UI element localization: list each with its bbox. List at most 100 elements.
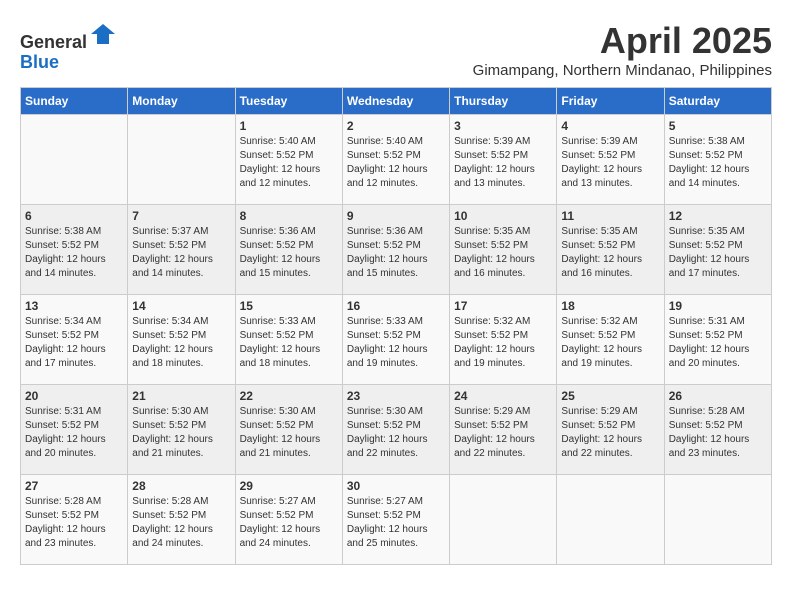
day-number: 19 — [669, 299, 767, 313]
day-info: Sunrise: 5:40 AM Sunset: 5:52 PM Dayligh… — [347, 135, 445, 191]
day-number: 7 — [132, 209, 230, 223]
calendar-cell: 26 Sunrise: 5:28 AM Sunset: 5:52 PM Dayli… — [664, 385, 771, 475]
calendar-cell: 28 Sunrise: 5:28 AM Sunset: 5:52 PM Dayli… — [128, 475, 235, 565]
day-number: 12 — [669, 209, 767, 223]
day-info: Sunrise: 5:28 AM Sunset: 5:52 PM Dayligh… — [25, 495, 123, 551]
title-block: April 2025 Gimampang, Northern Mindanao,… — [473, 20, 772, 79]
day-number: 4 — [561, 119, 659, 133]
calendar-week-row: 1 Sunrise: 5:40 AM Sunset: 5:52 PM Daylig… — [21, 115, 772, 205]
day-number: 3 — [454, 119, 552, 133]
location-title: Gimampang, Northern Mindanao, Philippine… — [473, 62, 772, 79]
calendar-cell: 6 Sunrise: 5:38 AM Sunset: 5:52 PM Daylig… — [21, 205, 128, 295]
calendar-cell: 15Sunrise: 5:33 AM Sunset: 5:52 PM Dayli… — [235, 295, 342, 385]
day-info: Sunrise: 5:29 AM Sunset: 5:52 PM Dayligh… — [561, 405, 659, 461]
day-info: Sunrise: 5:27 AM Sunset: 5:52 PM Dayligh… — [240, 495, 338, 551]
day-number: 24 — [454, 389, 552, 403]
day-info: Sunrise: 5:30 AM Sunset: 5:52 PM Dayligh… — [240, 405, 338, 461]
calendar-cell: 2 Sunrise: 5:40 AM Sunset: 5:52 PM Daylig… — [342, 115, 449, 205]
calendar-cell: 1 Sunrise: 5:40 AM Sunset: 5:52 PM Daylig… — [235, 115, 342, 205]
weekday-header-wednesday: Wednesday — [342, 88, 449, 115]
day-number: 27 — [25, 479, 123, 493]
day-number: 21 — [132, 389, 230, 403]
day-info: Sunrise: 5:32 AM Sunset: 5:52 PM Dayligh… — [454, 315, 552, 371]
calendar-cell: 25 Sunrise: 5:29 AM Sunset: 5:52 PM Dayli… — [557, 385, 664, 475]
day-info: Sunrise: 5:36 AM Sunset: 5:52 PM Dayligh… — [347, 225, 445, 281]
day-number: 18 — [561, 299, 659, 313]
calendar-week-row: 6 Sunrise: 5:38 AM Sunset: 5:52 PM Daylig… — [21, 205, 772, 295]
day-info: Sunrise: 5:28 AM Sunset: 5:52 PM Dayligh… — [669, 405, 767, 461]
logo-blue: Blue — [20, 52, 59, 72]
calendar-cell: 11Sunrise: 5:35 AM Sunset: 5:52 PM Dayli… — [557, 205, 664, 295]
calendar-cell: 7Sunrise: 5:37 AM Sunset: 5:52 PM Daylig… — [128, 205, 235, 295]
day-info: Sunrise: 5:38 AM Sunset: 5:52 PM Dayligh… — [669, 135, 767, 191]
day-info: Sunrise: 5:33 AM Sunset: 5:52 PM Dayligh… — [240, 315, 338, 371]
weekday-header-saturday: Saturday — [664, 88, 771, 115]
day-info: Sunrise: 5:39 AM Sunset: 5:52 PM Dayligh… — [454, 135, 552, 191]
day-info: Sunrise: 5:30 AM Sunset: 5:52 PM Dayligh… — [132, 405, 230, 461]
calendar-cell: 9 Sunrise: 5:36 AM Sunset: 5:52 PM Daylig… — [342, 205, 449, 295]
calendar-cell — [21, 115, 128, 205]
day-number: 5 — [669, 119, 767, 133]
day-number: 1 — [240, 119, 338, 133]
day-number: 10 — [454, 209, 552, 223]
calendar-cell: 18 Sunrise: 5:32 AM Sunset: 5:52 PM Dayli… — [557, 295, 664, 385]
day-number: 25 — [561, 389, 659, 403]
day-info: Sunrise: 5:40 AM Sunset: 5:52 PM Dayligh… — [240, 135, 338, 191]
day-info: Sunrise: 5:36 AM Sunset: 5:52 PM Dayligh… — [240, 225, 338, 281]
day-number: 6 — [25, 209, 123, 223]
day-number: 9 — [347, 209, 445, 223]
day-number: 11 — [561, 209, 659, 223]
calendar-cell — [450, 475, 557, 565]
logo-icon — [89, 20, 117, 48]
day-info: Sunrise: 5:31 AM Sunset: 5:52 PM Dayligh… — [25, 405, 123, 461]
calendar-cell: 24Sunrise: 5:29 AM Sunset: 5:52 PM Dayli… — [450, 385, 557, 475]
calendar-cell: 17Sunrise: 5:32 AM Sunset: 5:52 PM Dayli… — [450, 295, 557, 385]
calendar-cell: 16Sunrise: 5:33 AM Sunset: 5:52 PM Dayli… — [342, 295, 449, 385]
calendar-cell — [557, 475, 664, 565]
calendar-cell: 21 Sunrise: 5:30 AM Sunset: 5:52 PM Dayli… — [128, 385, 235, 475]
day-number: 26 — [669, 389, 767, 403]
weekday-header-sunday: Sunday — [21, 88, 128, 115]
day-number: 14 — [132, 299, 230, 313]
month-title: April 2025 — [473, 20, 772, 62]
logo: General Blue — [20, 20, 117, 73]
logo-general: General — [20, 32, 87, 52]
day-number: 13 — [25, 299, 123, 313]
weekday-header-tuesday: Tuesday — [235, 88, 342, 115]
calendar-cell: 4 Sunrise: 5:39 AM Sunset: 5:52 PM Daylig… — [557, 115, 664, 205]
calendar-table: SundayMondayTuesdayWednesdayThursdayFrid… — [20, 87, 772, 565]
calendar-cell: 8 Sunrise: 5:36 AM Sunset: 5:52 PM Daylig… — [235, 205, 342, 295]
calendar-cell — [128, 115, 235, 205]
calendar-cell: 10 Sunrise: 5:35 AM Sunset: 5:52 PM Dayli… — [450, 205, 557, 295]
calendar-cell: 22 Sunrise: 5:30 AM Sunset: 5:52 PM Dayli… — [235, 385, 342, 475]
day-info: Sunrise: 5:28 AM Sunset: 5:52 PM Dayligh… — [132, 495, 230, 551]
calendar-cell — [664, 475, 771, 565]
calendar-week-row: 13 Sunrise: 5:34 AM Sunset: 5:52 PM Dayli… — [21, 295, 772, 385]
day-info: Sunrise: 5:38 AM Sunset: 5:52 PM Dayligh… — [25, 225, 123, 281]
day-number: 29 — [240, 479, 338, 493]
day-info: Sunrise: 5:39 AM Sunset: 5:52 PM Dayligh… — [561, 135, 659, 191]
weekday-header-monday: Monday — [128, 88, 235, 115]
calendar-cell: 27 Sunrise: 5:28 AM Sunset: 5:52 PM Dayli… — [21, 475, 128, 565]
weekday-header-thursday: Thursday — [450, 88, 557, 115]
day-info: Sunrise: 5:34 AM Sunset: 5:52 PM Dayligh… — [25, 315, 123, 371]
day-number: 2 — [347, 119, 445, 133]
calendar-cell: 20Sunrise: 5:31 AM Sunset: 5:52 PM Dayli… — [21, 385, 128, 475]
day-info: Sunrise: 5:31 AM Sunset: 5:52 PM Dayligh… — [669, 315, 767, 371]
day-number: 8 — [240, 209, 338, 223]
day-info: Sunrise: 5:27 AM Sunset: 5:52 PM Dayligh… — [347, 495, 445, 551]
calendar-cell: 14Sunrise: 5:34 AM Sunset: 5:52 PM Dayli… — [128, 295, 235, 385]
weekday-header-row: SundayMondayTuesdayWednesdayThursdayFrid… — [21, 88, 772, 115]
day-number: 22 — [240, 389, 338, 403]
calendar-week-row: 27 Sunrise: 5:28 AM Sunset: 5:52 PM Dayli… — [21, 475, 772, 565]
calendar-cell: 13 Sunrise: 5:34 AM Sunset: 5:52 PM Dayli… — [21, 295, 128, 385]
calendar-cell: 5 Sunrise: 5:38 AM Sunset: 5:52 PM Daylig… — [664, 115, 771, 205]
day-info: Sunrise: 5:35 AM Sunset: 5:52 PM Dayligh… — [669, 225, 767, 281]
day-info: Sunrise: 5:32 AM Sunset: 5:52 PM Dayligh… — [561, 315, 659, 371]
day-number: 28 — [132, 479, 230, 493]
weekday-header-friday: Friday — [557, 88, 664, 115]
calendar-cell: 23Sunrise: 5:30 AM Sunset: 5:52 PM Dayli… — [342, 385, 449, 475]
page-header: General Blue April 2025 Gimampang, North… — [20, 20, 772, 79]
day-info: Sunrise: 5:33 AM Sunset: 5:52 PM Dayligh… — [347, 315, 445, 371]
day-info: Sunrise: 5:35 AM Sunset: 5:52 PM Dayligh… — [454, 225, 552, 281]
